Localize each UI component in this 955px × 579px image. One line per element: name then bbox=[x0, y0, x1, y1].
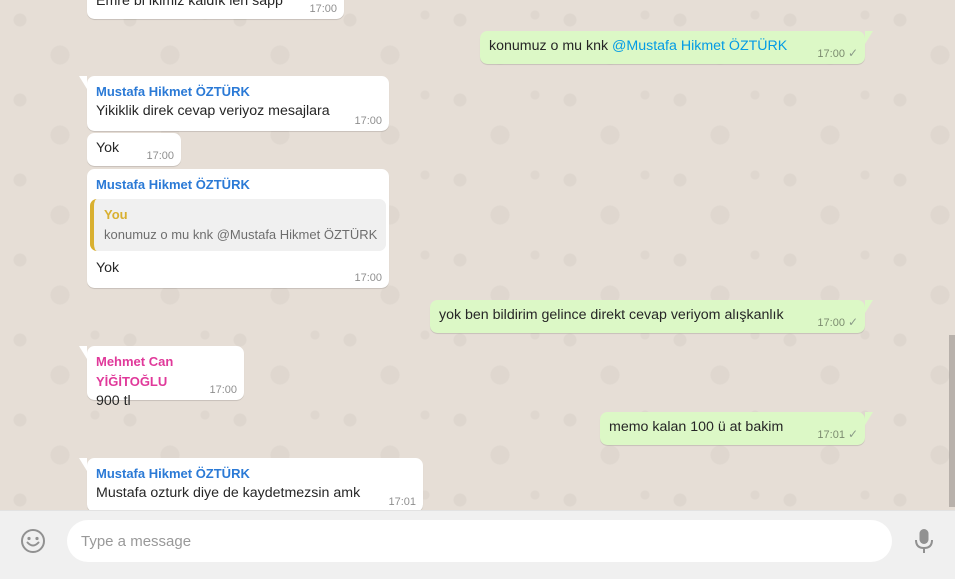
message-time: 17:00 bbox=[309, 3, 337, 15]
microphone-icon[interactable] bbox=[912, 527, 936, 555]
message-list[interactable]: Emre bi ikimiz kaldık len sapp 17:00 kon… bbox=[0, 0, 955, 510]
message-bubble: Yok 17:00 bbox=[87, 133, 181, 166]
message-time: 17:01 ✓ bbox=[817, 427, 858, 441]
sent-check-icon: ✓ bbox=[847, 46, 858, 60]
message-time-value: 17:00 bbox=[817, 317, 845, 329]
quoted-message[interactable]: You konumuz o mu knk @Mustafa Hikmet ÖZT… bbox=[90, 199, 386, 251]
message-text: Emre bi ikimiz kaldık len sapp bbox=[96, 0, 283, 9]
message-text-body: konumuz o mu knk bbox=[489, 38, 613, 54]
message-bubble: Mehmet Can YİĞİTOĞLU 900 tl 17:00 bbox=[79, 346, 244, 409]
scrollbar-thumb[interactable] bbox=[949, 335, 955, 507]
message-time-value: 17:01 bbox=[817, 429, 845, 441]
message-bubble: Mustafa Hikmet ÖZTÜRK Yikiklik direk cev… bbox=[79, 76, 389, 131]
message-bubble: Emre bi ikimiz kaldık len sapp 17:00 bbox=[87, 0, 344, 19]
quote-author: You bbox=[104, 207, 128, 222]
message-time-value: 17:00 bbox=[817, 48, 845, 60]
message-time: 17:00 ✓ bbox=[817, 46, 858, 60]
message-time: 17:00 bbox=[354, 272, 382, 284]
sent-check-icon: ✓ bbox=[847, 427, 858, 441]
message-bubble: memo kalan 100 ü at bakim 17:01 ✓ bbox=[600, 412, 873, 445]
smiley-icon[interactable] bbox=[20, 528, 46, 554]
message-text: Yikiklik direk cevap veriyoz mesajlara bbox=[96, 103, 330, 119]
sender-name[interactable]: Mustafa Hikmet ÖZTÜRK bbox=[96, 82, 380, 102]
message-time: 17:00 bbox=[146, 150, 174, 162]
quote-text: konumuz o mu knk @Mustafa Hikmet ÖZTÜRK bbox=[104, 227, 378, 242]
mention-link[interactable]: @Mustafa Hikmet ÖZTÜRK bbox=[612, 38, 787, 54]
message-text: Yok bbox=[96, 260, 120, 276]
message-bubble: konumuz o mu knk @Mustafa Hikmet ÖZTÜRK … bbox=[480, 31, 873, 64]
sent-check-icon: ✓ bbox=[847, 315, 858, 329]
message-text: konumuz o mu knk @Mustafa Hikmet ÖZTÜRK bbox=[489, 37, 856, 56]
message-time: 17:00 ✓ bbox=[817, 315, 858, 329]
message-bubble: Mustafa Hikmet ÖZTÜRK Mustafa ozturk diy… bbox=[79, 458, 423, 510]
sender-name[interactable]: Mustafa Hikmet ÖZTÜRK bbox=[96, 175, 380, 195]
message-time: 17:00 bbox=[354, 115, 382, 127]
sender-name[interactable]: Mustafa Hikmet ÖZTÜRK bbox=[96, 464, 414, 484]
composer-bar bbox=[0, 510, 955, 579]
message-time: 17:00 bbox=[209, 384, 237, 396]
message-text: yok ben bildirim gelince direkt cevap ve… bbox=[439, 307, 784, 323]
message-time: 17:01 bbox=[388, 496, 416, 508]
message-bubble: yok ben bildirim gelince direkt cevap ve… bbox=[430, 300, 873, 333]
message-bubble: Mustafa Hikmet ÖZTÜRK You konumuz o mu k… bbox=[87, 169, 389, 288]
message-input[interactable] bbox=[67, 520, 892, 562]
message-text: Mustafa ozturk diye de kaydetmezsin amk bbox=[96, 485, 361, 501]
